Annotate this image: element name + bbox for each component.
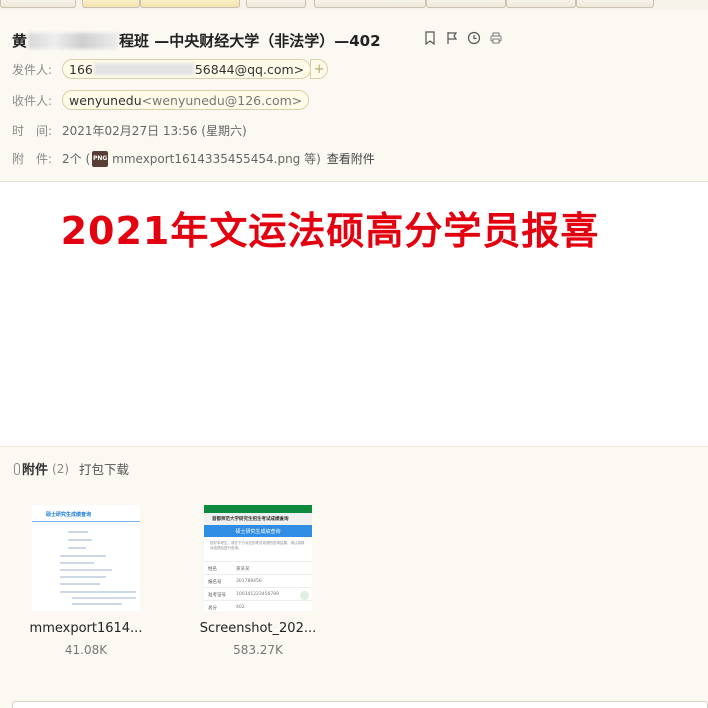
recipient-email: <wenyunedu@126.com>: [141, 92, 303, 108]
phone-note-text: 您好本考生，请在下方对应的考试成绩的查询结果，请认真核对成绩后进行查询。: [210, 541, 305, 550]
phone-row-value: 402: [236, 605, 245, 610]
sender-label: 发件人:: [12, 62, 53, 77]
phone-row-key: 准考证号: [208, 593, 226, 598]
doc-thumb-line: [72, 603, 122, 605]
phone-row-key: 报名号: [208, 580, 222, 585]
doc-thumb-line: [60, 569, 112, 571]
attachment-size-1: 41.08K: [64, 643, 108, 657]
attachment-count: 2个 (: [62, 152, 91, 166]
attachment-name-1[interactable]: mmexport1614...: [11, 621, 161, 636]
phone-fab-icon: [300, 591, 309, 600]
toolbar-button-4[interactable]: [246, 0, 306, 8]
toolbar-button-7[interactable]: [506, 0, 576, 8]
toolbar-button-1[interactable]: [0, 0, 76, 8]
attachment-thumbnail-2[interactable]: 首都师范大学研究生招生考试成绩查询 硕士研究生成绩查询 您好本考生，请在下方对应…: [204, 505, 312, 611]
doc-thumb-line: [72, 597, 136, 599]
subject-suffix: 程班 —中央财经大学（非法学）—402: [119, 32, 381, 50]
flag-icon[interactable]: [444, 30, 460, 46]
phone-status-bar: [204, 505, 312, 513]
attachments-count: (2): [52, 461, 70, 476]
attachment-row: 附 件: 2个 ( PNG mmexport1614335455454.png …: [12, 150, 375, 167]
attachment-size-2: 583.27K: [233, 643, 283, 657]
phone-row: 报名号 301789456: [204, 574, 312, 587]
attachment-file-name[interactable]: mmexport1614335455454.png 等): [112, 150, 321, 167]
time-label: 时 间:: [12, 124, 53, 138]
phone-query-button: 硕士研究生成绩查询: [204, 525, 312, 537]
toolbar-button-2[interactable]: [82, 0, 140, 8]
subject-prefix: 黄: [12, 32, 28, 50]
attachments-panel: 附件 (2) 打包下载 硕士研究生成绩查询 mmexport1614... 41…: [0, 446, 708, 708]
recipient-pill[interactable]: wenyunedu <wenyunedu@126.com>: [62, 90, 310, 110]
sender-row: 发件人: 166 56844@qq.com> +: [12, 59, 329, 79]
header-actions: [422, 30, 504, 46]
phone-row-key: 总分: [208, 606, 217, 611]
paperclip-icon: [14, 462, 20, 475]
reply-input[interactable]: [12, 701, 708, 708]
toolbar-button-6[interactable]: [426, 0, 506, 8]
doc-thumb-line: [68, 531, 88, 533]
email-header: 黄 程班 —中央财经大学（非法学）—402 发件人: 166 56844@qq.…: [0, 10, 708, 182]
phone-row: 总分 402: [204, 600, 312, 611]
toolbar-button-3[interactable]: [140, 0, 240, 8]
email-body-headline: 2021年文运法硕高分学员报喜: [60, 209, 600, 253]
doc-thumb-line: [60, 591, 136, 593]
phone-row-value: 100341223456789: [236, 592, 279, 597]
doc-thumb-line: [60, 562, 94, 564]
doc-thumb-line: [60, 576, 106, 578]
sender-address-start: 166: [69, 61, 93, 77]
phone-row: 姓名 黄某某: [204, 561, 312, 574]
clock-icon[interactable]: [466, 30, 482, 46]
add-contact-button[interactable]: +: [310, 59, 329, 79]
phone-row-value: 301789456: [236, 579, 262, 584]
recipient-row: 收件人: wenyunedu <wenyunedu@126.com>: [12, 90, 310, 110]
doc-thumb-title: 硕士研究生成绩查询: [46, 512, 92, 518]
attachment-name-2[interactable]: Screenshot_202...: [183, 621, 333, 636]
sender-pill[interactable]: 166 56844@qq.com>: [62, 59, 312, 79]
doc-thumb-divider: [32, 521, 140, 522]
toolbar-button-5[interactable]: [314, 0, 426, 8]
doc-thumb-line: [68, 539, 92, 541]
doc-thumb-line: [60, 555, 106, 557]
attachments-header: 附件 (2) 打包下载: [14, 459, 129, 478]
phone-row-value: 黄某某: [236, 567, 250, 572]
attachments-title: 附件: [22, 463, 49, 478]
time-value: 2021年02月27日 13:56 (星期六): [62, 124, 247, 138]
recipient-name: wenyunedu: [69, 92, 142, 108]
phone-row-key: 姓名: [208, 567, 217, 572]
doc-thumb-line: [68, 547, 86, 549]
attachment-thumbnail-1[interactable]: 硕士研究生成绩查询: [32, 505, 140, 611]
doc-thumb-line: [60, 583, 100, 585]
email-subject: 黄 程班 —中央财经大学（非法学）—402: [12, 30, 381, 51]
sender-address-end: 56844@qq.com>: [194, 61, 305, 77]
phone-page-title: 首都师范大学研究生招生考试成绩查询: [204, 513, 312, 525]
bookmark-icon[interactable]: [422, 30, 438, 46]
toolbar-button-8[interactable]: [576, 0, 654, 8]
redacted-text: [28, 32, 119, 49]
redacted-text: [93, 63, 194, 75]
attachment-label: 附 件:: [12, 152, 53, 166]
time-row: 时 间: 2021年02月27日 13:56 (星期六): [12, 122, 247, 139]
recipient-label: 收件人:: [12, 93, 53, 108]
download-all-link[interactable]: 打包下载: [79, 459, 129, 478]
png-file-icon: PNG: [92, 150, 109, 167]
toolbar: [0, 0, 708, 10]
phone-row: 准考证号 100341223456789: [204, 587, 312, 600]
view-attachments-link[interactable]: 查看附件: [327, 150, 375, 167]
print-icon[interactable]: [488, 30, 504, 46]
